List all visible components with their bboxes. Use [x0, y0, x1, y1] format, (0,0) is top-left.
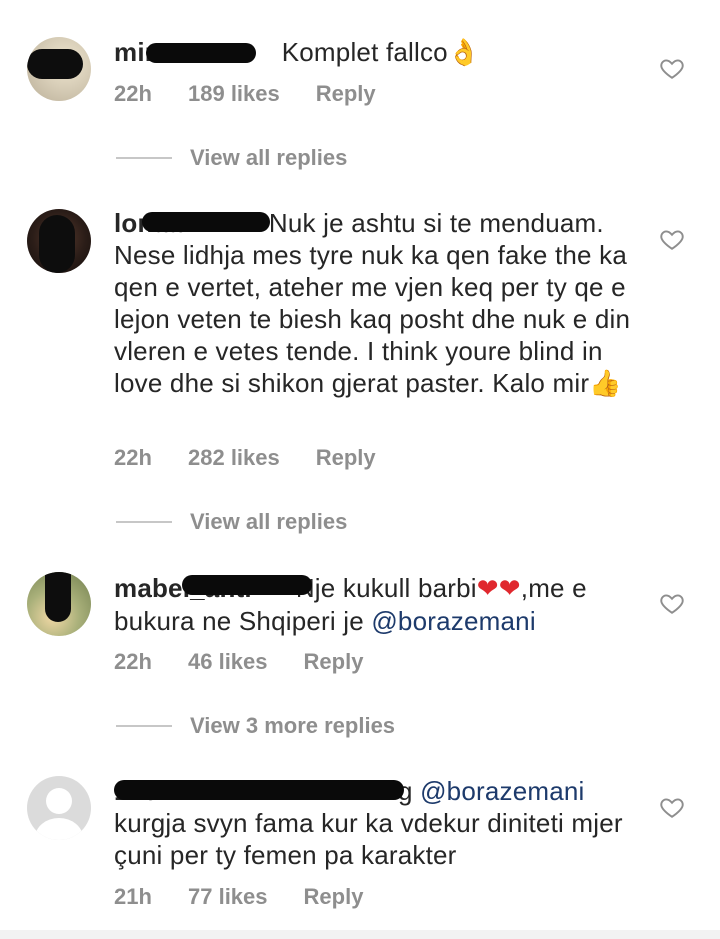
- divider-line: [116, 521, 172, 523]
- person-placeholder-body: [35, 818, 83, 840]
- thumbs-up-emoji: 👍: [589, 369, 622, 399]
- ok-hand-emoji: 👌: [447, 38, 481, 68]
- reply-button[interactable]: Reply: [316, 445, 376, 471]
- comment-meta: 22h 46 likes Reply: [114, 649, 363, 675]
- user-avatar[interactable]: [27, 776, 91, 840]
- reply-button[interactable]: Reply: [304, 649, 364, 675]
- reply-button[interactable]: Reply: [304, 884, 364, 910]
- divider-line: [116, 157, 172, 159]
- username[interactable]: lonaa: [114, 208, 270, 238]
- mention-link[interactable]: @borazemani: [371, 606, 535, 636]
- likes-count[interactable]: 46 likes: [188, 649, 268, 675]
- comment-meta: 22h 189 likes Reply: [114, 81, 376, 107]
- timestamp: 22h: [114, 649, 152, 674]
- person-placeholder-icon: [46, 788, 72, 814]
- comment-meta: 22h 282 likes Reply: [114, 445, 376, 471]
- timestamp: 22h: [114, 445, 152, 470]
- username[interactable]: 120: [114, 776, 404, 806]
- view-replies-label: View 3 more replies: [190, 713, 396, 738]
- comment-text: lonaaNuk je ashtu si te menduam. Nese li…: [114, 208, 631, 399]
- likes-count[interactable]: 77 likes: [188, 884, 268, 910]
- heart-emoji: ❤❤: [476, 574, 521, 604]
- view-replies-label: View all replies: [190, 145, 348, 170]
- likes-count[interactable]: 282 likes: [188, 445, 280, 471]
- heart-icon[interactable]: [659, 55, 685, 81]
- view-replies-button[interactable]: View all replies: [116, 509, 347, 535]
- likes-count[interactable]: 189 likes: [188, 81, 280, 107]
- user-avatar[interactable]: [27, 37, 91, 101]
- view-replies-button[interactable]: View 3 more replies: [116, 713, 395, 739]
- comment-text: mabel_antlNje kukull barbi❤❤,me e bukura…: [114, 573, 587, 636]
- comment-text: mirc Komplet fallco👌: [114, 37, 481, 68]
- comment-meta: 21h 77 likes Reply: [114, 884, 363, 910]
- user-avatar[interactable]: [27, 209, 91, 273]
- mention-link[interactable]: @borazemani: [420, 776, 584, 806]
- username[interactable]: mirc: [114, 37, 256, 67]
- heart-icon[interactable]: [659, 794, 685, 820]
- view-replies-button[interactable]: View all replies: [116, 145, 347, 171]
- reply-button[interactable]: Reply: [316, 81, 376, 107]
- timestamp: 22h: [114, 81, 152, 106]
- bottom-edge: [0, 930, 720, 939]
- comment-text: 120g @borazemani kurgja svyn fama kur ka…: [114, 776, 623, 870]
- timestamp: 21h: [114, 884, 152, 909]
- heart-icon[interactable]: [659, 226, 685, 252]
- user-avatar[interactable]: [27, 572, 91, 636]
- username[interactable]: mabel_antl: [114, 573, 312, 603]
- divider-line: [116, 725, 172, 727]
- view-replies-label: View all replies: [190, 509, 348, 534]
- heart-icon[interactable]: [659, 590, 685, 616]
